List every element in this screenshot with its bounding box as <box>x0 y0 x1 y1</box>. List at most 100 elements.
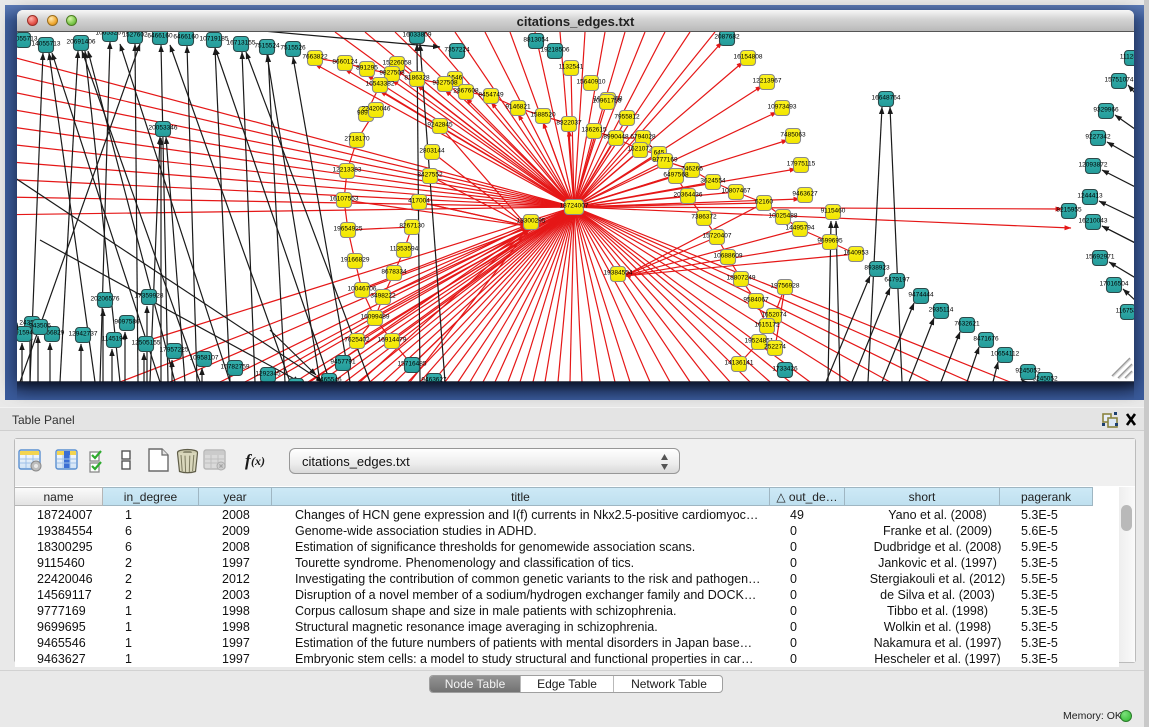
svg-text:6479197: 6479197 <box>884 277 910 284</box>
svg-text:1112571: 1112571 <box>1120 54 1134 61</box>
svg-text:14055713: 14055713 <box>32 41 61 48</box>
svg-text:12213383: 12213383 <box>333 167 362 174</box>
svg-text:15751074: 15751074 <box>1105 77 1134 84</box>
svg-text:12093872: 12093872 <box>1079 162 1108 169</box>
svg-text:14136141: 14136141 <box>725 360 754 367</box>
svg-text:12942737: 12942737 <box>69 331 98 338</box>
svg-text:6466160: 6466160 <box>173 34 199 41</box>
svg-text:16713155: 16713155 <box>227 40 256 47</box>
svg-text:16210043: 16210043 <box>1079 218 1108 225</box>
svg-text:8678334: 8678334 <box>381 269 407 276</box>
svg-text:10025488: 10025488 <box>769 213 798 220</box>
svg-text:16543382: 16543382 <box>366 81 395 88</box>
svg-text:9827503: 9827503 <box>379 70 405 77</box>
svg-text:8427552: 8427552 <box>417 172 443 179</box>
svg-text:12213967: 12213967 <box>753 78 782 85</box>
svg-text:7515526: 7515526 <box>280 45 306 52</box>
svg-text:8938923: 8938923 <box>864 265 890 272</box>
svg-text:10807467: 10807467 <box>722 188 751 195</box>
svg-text:1132541: 1132541 <box>559 64 584 71</box>
svg-text:15640910: 15640910 <box>577 79 606 86</box>
svg-text:8471676: 8471676 <box>973 336 999 343</box>
svg-text:2803144: 2803144 <box>419 148 445 155</box>
svg-text:9777169: 9777169 <box>652 157 678 164</box>
svg-text:1292345: 1292345 <box>255 371 281 378</box>
svg-text:1167534: 1167534 <box>1116 308 1134 315</box>
svg-text:9146821: 9146821 <box>505 104 531 111</box>
svg-text:19218506: 19218506 <box>541 47 570 54</box>
svg-text:9097586: 9097586 <box>114 319 140 326</box>
svg-text:252274: 252274 <box>764 344 786 351</box>
svg-text:16107553: 16107553 <box>330 196 359 203</box>
svg-text:9329966: 9329966 <box>1093 107 1119 114</box>
svg-text:417004: 417004 <box>408 198 430 205</box>
svg-text:3624554: 3624554 <box>700 178 726 185</box>
svg-text:9245052: 9245052 <box>1015 368 1041 375</box>
svg-text:6466160: 6466160 <box>147 33 173 40</box>
svg-text:7357224: 7357224 <box>444 47 470 54</box>
svg-text:9584067: 9584067 <box>743 297 769 304</box>
svg-text:8454749: 8454749 <box>478 92 504 99</box>
svg-text:9463627: 9463627 <box>792 191 818 198</box>
svg-text:10688609: 10688609 <box>714 253 743 260</box>
svg-text:1733426: 1733426 <box>772 366 798 373</box>
svg-text:8990448: 8990448 <box>603 134 629 141</box>
svg-text:62160: 62160 <box>755 199 773 206</box>
svg-text:6497568: 6497568 <box>663 172 689 179</box>
svg-text:16099489: 16099489 <box>361 314 390 321</box>
svg-text:17016504: 17016504 <box>1100 281 1129 288</box>
svg-text:18807249: 18807249 <box>727 275 756 282</box>
svg-text:15692971: 15692971 <box>1086 254 1115 261</box>
svg-text:8186328: 8186328 <box>404 75 430 82</box>
svg-text:8267130: 8267130 <box>399 223 425 230</box>
svg-text:9699695: 9699695 <box>817 238 843 245</box>
svg-text:16782759: 16782759 <box>221 364 250 371</box>
svg-text:1615172: 1615172 <box>754 322 780 329</box>
svg-text:9227342: 9227342 <box>1085 134 1111 141</box>
svg-text:9474444: 9474444 <box>908 292 934 299</box>
svg-text:12505155: 12505155 <box>132 340 161 347</box>
svg-text:16914479: 16914479 <box>378 337 407 344</box>
svg-text:10046706: 10046706 <box>348 286 377 293</box>
svg-text:9115460: 9115460 <box>821 208 846 215</box>
svg-text:7663822: 7663822 <box>302 54 328 61</box>
svg-text:8322037: 8322037 <box>556 120 582 127</box>
svg-text:1527602: 1527602 <box>122 32 148 39</box>
svg-text:16648764: 16648764 <box>872 95 901 102</box>
svg-text:22420046: 22420046 <box>362 106 391 113</box>
svg-text:19384554: 19384554 <box>604 270 633 277</box>
svg-text:16033809: 16033809 <box>403 32 432 39</box>
svg-text:7955812: 7955812 <box>614 114 640 121</box>
svg-text:1621072: 1621072 <box>627 146 653 153</box>
svg-text:2935114: 2935114 <box>929 307 954 314</box>
svg-text:20206576: 20206576 <box>91 296 120 303</box>
svg-text:10961758: 10961758 <box>593 98 622 105</box>
svg-text:9457791: 9457791 <box>330 359 356 366</box>
svg-text:10654112: 10654112 <box>991 351 1020 358</box>
svg-text:20691406: 20691406 <box>67 39 96 46</box>
svg-text:8215955: 8215955 <box>1056 207 1082 214</box>
svg-text:7386372: 7386372 <box>691 214 717 221</box>
svg-text:17957225: 17957225 <box>160 347 189 354</box>
svg-text:891295: 891295 <box>356 65 378 72</box>
svg-text:1145194: 1145194 <box>102 336 127 343</box>
svg-text:6794028: 6794028 <box>630 134 656 141</box>
svg-text:9327508: 9327508 <box>432 80 458 87</box>
svg-text:(x): (x) <box>251 454 265 468</box>
svg-text:19756928: 19756928 <box>771 283 800 290</box>
svg-text:15226058: 15226058 <box>383 60 412 67</box>
svg-text:1652074: 1652074 <box>761 312 787 319</box>
svg-text:10653267: 10653267 <box>96 32 125 37</box>
svg-text:8660124: 8660124 <box>332 59 358 66</box>
svg-text:3498222: 3498222 <box>370 293 396 300</box>
svg-text:2867608: 2867608 <box>453 88 479 95</box>
svg-text:7485063: 7485063 <box>780 132 806 139</box>
svg-text:10973493: 10973493 <box>768 104 797 111</box>
svg-text:943506: 943506 <box>29 323 51 330</box>
svg-text:19654925: 19654925 <box>334 226 363 233</box>
svg-text:11353594: 11353594 <box>390 246 419 253</box>
svg-text:18724007: 18724007 <box>560 203 589 210</box>
svg-text:15720407: 15720407 <box>703 233 732 240</box>
svg-text:1640953: 1640953 <box>843 250 869 257</box>
svg-text:2087682: 2087682 <box>714 34 740 41</box>
